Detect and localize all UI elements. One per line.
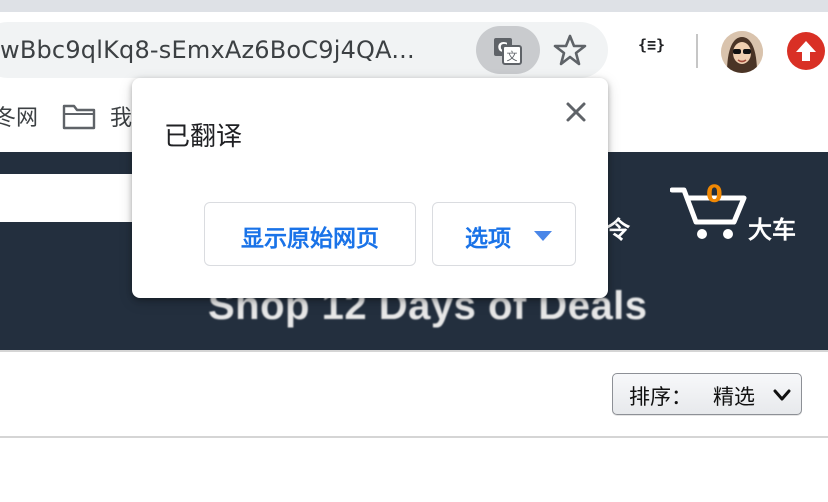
address-bar[interactable]: wBbc9qlKq8-sEmxAz6BoC9j4QA... G 文 <box>0 22 608 78</box>
update-button[interactable] <box>787 32 825 70</box>
bookmark-folder-label[interactable]: 我 <box>110 100 132 132</box>
translate-bubble: 已翻译 显示原始网页 选项 <box>132 78 608 298</box>
banner-divider <box>0 350 828 352</box>
translate-button[interactable]: G 文 <box>476 26 540 74</box>
sort-label: 排序： <box>629 385 692 409</box>
url-text[interactable]: wBbc9qlKq8-sEmxAz6BoC9j4QA... <box>0 36 415 64</box>
dropdown-arrow-icon <box>534 231 552 241</box>
translate-icon: G 文 <box>494 38 522 65</box>
bookmark-star-button[interactable] <box>548 28 592 72</box>
extension-icon[interactable]: {≡} <box>638 36 665 54</box>
bubble-title: 已翻译 <box>164 122 243 152</box>
cart-label[interactable]: 大车 <box>748 210 796 245</box>
sort-value: 精选 <box>713 385 755 409</box>
star-icon <box>553 34 587 66</box>
show-original-label: 显示原始网页 <box>241 226 379 252</box>
bookmark-item-1[interactable]: 冬网 <box>0 100 38 132</box>
folder-icon <box>62 104 96 130</box>
results-divider <box>0 436 828 438</box>
svg-text:文: 文 <box>507 49 518 63</box>
close-icon <box>566 102 586 122</box>
options-button[interactable]: 选项 <box>432 202 576 266</box>
update-icon <box>796 41 816 61</box>
tab-strip <box>0 0 828 12</box>
chevron-down-icon <box>773 389 791 401</box>
show-original-button[interactable]: 显示原始网页 <box>204 202 416 266</box>
cart-count: 0 <box>706 180 723 208</box>
avatar[interactable] <box>721 31 763 73</box>
options-label: 选项 <box>465 226 511 252</box>
toolbar-separator <box>696 34 698 68</box>
sort-dropdown[interactable]: 排序： 精选 <box>612 373 802 415</box>
close-button[interactable] <box>560 96 592 128</box>
header-partial-text[interactable]: 令 <box>606 210 630 245</box>
